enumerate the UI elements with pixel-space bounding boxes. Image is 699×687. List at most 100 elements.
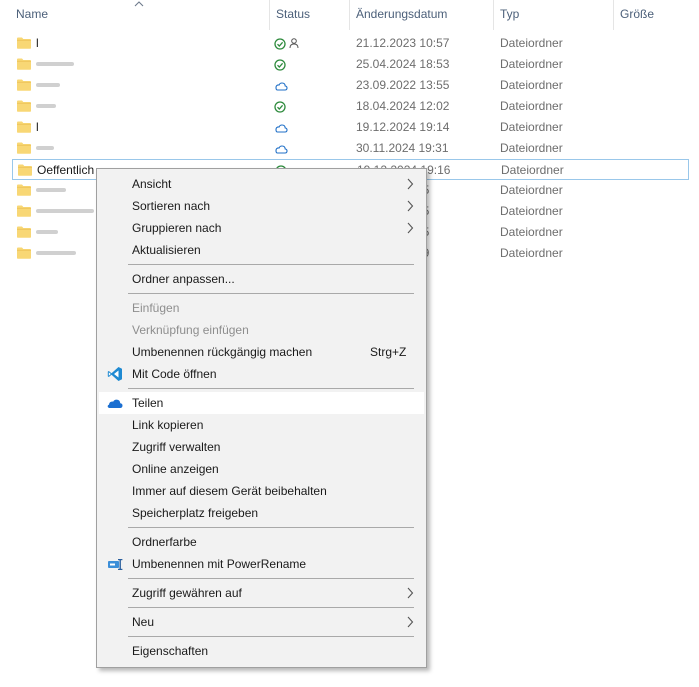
chevron-right-icon <box>406 616 414 628</box>
menu-item-neu[interactable]: Neu <box>99 611 424 633</box>
file-type: Dateiordner <box>500 204 563 218</box>
column-header-status[interactable]: Status <box>276 0 310 30</box>
file-type: Dateiordner <box>500 246 563 260</box>
menu-item-eigenschaften[interactable]: Eigenschaften <box>99 640 424 662</box>
redacted-name <box>36 251 76 255</box>
menu-item-ordner-anpassen[interactable]: Ordner anpassen... <box>99 268 424 290</box>
menu-item-label: Link kopieren <box>132 418 204 432</box>
file-row[interactable]: l 19.12.2024 19:14 Dateiordner <box>12 117 689 138</box>
menu-item-umbenennen-mit-powerrename[interactable]: Umbenennen mit PowerRename <box>99 553 424 575</box>
menu-item-ordnerfarbe[interactable]: Ordnerfarbe <box>99 531 424 553</box>
redacted-name <box>36 188 66 192</box>
menu-item-online-anzeigen[interactable]: Online anzeigen <box>99 458 424 480</box>
folder-icon <box>18 164 32 176</box>
powerrename-icon <box>107 556 123 572</box>
menu-item-label: Immer auf diesem Gerät beibehalten <box>132 484 327 498</box>
file-name: Oeffentlich <box>37 163 95 177</box>
folder-icon <box>17 58 31 70</box>
chevron-right-icon <box>406 178 414 190</box>
synced-shared-icon <box>274 37 304 51</box>
menu-item-immer-auf-diesem-geraet-beibehalten[interactable]: Immer auf diesem Gerät beibehalten <box>99 480 424 502</box>
menu-item-label: Einfügen <box>132 301 180 315</box>
column-header-bar: Name Status Änderungsdatum Typ Größe <box>0 0 699 30</box>
file-row[interactable]: l 21.12.2023 10:57 Dateiordner <box>12 33 689 54</box>
menu-item-shortcut: Strg+Z <box>370 345 407 359</box>
menu-item-umbenennen-rueckgaengig-machen[interactable]: Umbenennen rückgängig machen Strg+Z <box>99 341 424 363</box>
column-divider[interactable] <box>269 0 270 30</box>
file-date: 30.11.2024 19:31 <box>356 141 449 155</box>
redacted-name <box>36 146 54 150</box>
folder-icon <box>17 142 31 154</box>
file-date: 19.12.2024 19:14 <box>356 120 450 134</box>
file-type: Dateiordner <box>500 183 563 197</box>
file-type: Dateiordner <box>501 163 564 177</box>
menu-separator <box>128 388 414 389</box>
menu-separator <box>128 264 414 265</box>
cloud-only-icon <box>274 79 304 93</box>
column-header-type[interactable]: Typ <box>500 0 519 30</box>
menu-item-zugriff-gewaehren-auf[interactable]: Zugriff gewähren auf <box>99 582 424 604</box>
menu-item-label: Zugriff verwalten <box>132 440 221 454</box>
column-header-name[interactable]: Name <box>16 0 48 30</box>
file-row[interactable]: 30.11.2024 19:31 Dateiordner <box>12 138 689 159</box>
menu-item-label: Neu <box>132 615 155 629</box>
menu-item-speicherplatz-freigeben[interactable]: Speicherplatz freigeben <box>99 502 424 524</box>
menu-item-mit-code-oeffnen[interactable]: Mit Code öffnen <box>99 363 424 385</box>
menu-item-label: Umbenennen mit PowerRename <box>132 557 307 571</box>
file-name: l <box>36 36 39 50</box>
column-divider[interactable] <box>493 0 494 30</box>
menu-item-label: Ordnerfarbe <box>132 535 197 549</box>
file-row[interactable]: 18.04.2024 12:02 Dateiordner <box>12 96 689 117</box>
file-type: Dateiordner <box>500 120 563 134</box>
synced-check-icon <box>274 100 304 114</box>
menu-item-gruppieren-nach[interactable]: Gruppieren nach <box>99 217 424 239</box>
menu-item-label: Aktualisieren <box>132 243 201 257</box>
menu-separator <box>128 578 414 579</box>
menu-separator <box>128 636 414 637</box>
cloud-only-icon <box>274 142 304 156</box>
redacted-name <box>36 104 56 108</box>
menu-item-einfuegen: Einfügen <box>99 297 424 319</box>
menu-item-sortieren-nach[interactable]: Sortieren nach <box>99 195 424 217</box>
context-menu: Ansicht Sortieren nach Gruppieren nach Aktu… <box>96 168 427 668</box>
file-row[interactable]: 23.09.2022 13:55 Dateiordner <box>12 75 689 96</box>
redacted-name <box>36 62 74 66</box>
file-name: l <box>36 120 39 134</box>
file-type: Dateiordner <box>500 36 563 50</box>
menu-item-aktualisieren[interactable]: Aktualisieren <box>99 239 424 261</box>
menu-separator <box>128 607 414 608</box>
chevron-right-icon <box>406 222 414 234</box>
menu-item-label: Ordner anpassen... <box>132 272 235 286</box>
redacted-name <box>36 209 94 213</box>
file-date: 23.09.2022 13:55 <box>356 78 450 92</box>
menu-separator <box>128 293 414 294</box>
menu-item-label: Online anzeigen <box>132 462 219 476</box>
menu-item-label: Teilen <box>132 396 164 410</box>
menu-item-link-kopieren[interactable]: Link kopieren <box>99 414 424 436</box>
file-type: Dateiordner <box>500 57 563 71</box>
column-divider[interactable] <box>349 0 350 30</box>
chevron-right-icon <box>406 587 414 599</box>
folder-icon <box>17 247 31 259</box>
column-divider[interactable] <box>613 0 614 30</box>
menu-item-verknuepfung-einfuegen: Verknüpfung einfügen <box>99 319 424 341</box>
menu-item-label: Speicherplatz freigeben <box>132 506 259 520</box>
file-type: Dateiordner <box>500 141 563 155</box>
column-header-size[interactable]: Größe <box>620 0 654 30</box>
folder-icon <box>17 37 31 49</box>
folder-icon <box>17 184 31 196</box>
column-header-date[interactable]: Änderungsdatum <box>356 0 447 30</box>
menu-item-ansicht[interactable]: Ansicht <box>99 173 424 195</box>
synced-check-icon <box>274 58 304 72</box>
folder-icon <box>17 121 31 133</box>
cloud-only-icon <box>274 121 304 135</box>
menu-item-teilen[interactable]: Teilen <box>99 392 424 414</box>
menu-item-label: Mit Code öffnen <box>132 367 217 381</box>
menu-item-label: Zugriff gewähren auf <box>132 586 242 600</box>
menu-item-zugriff-verwalten[interactable]: Zugriff verwalten <box>99 436 424 458</box>
redacted-name <box>36 83 60 87</box>
chevron-right-icon <box>406 200 414 212</box>
file-row[interactable]: 25.04.2024 18:53 Dateiordner <box>12 54 689 75</box>
file-type: Dateiordner <box>500 225 563 239</box>
file-type: Dateiordner <box>500 99 563 113</box>
